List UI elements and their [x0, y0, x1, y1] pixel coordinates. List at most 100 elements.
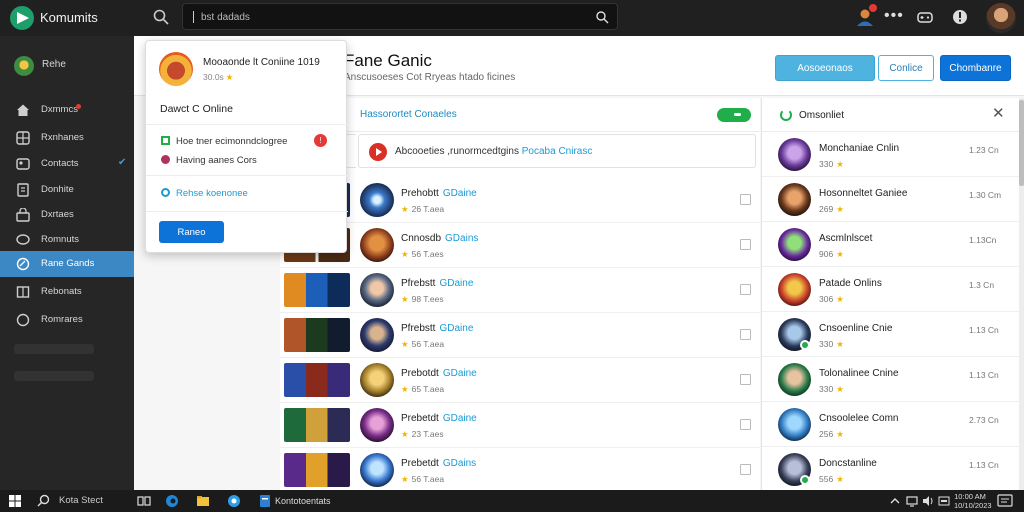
notifications-user-icon[interactable] [854, 4, 877, 28]
popup-link[interactable]: Rehse koenonee [161, 188, 248, 199]
friend-row[interactable]: Cnsoolelee Comn 256 ★ 2.73 Cn [762, 402, 1024, 447]
gamepad-icon[interactable] [916, 8, 934, 26]
network-icon[interactable] [906, 495, 918, 507]
page-subtitle: Anscusoeses Cot Rryeas htado ficines [344, 72, 516, 83]
sidebar-placeholder [14, 371, 94, 381]
alert-icon: ! [314, 134, 327, 147]
sidebar-item-store[interactable]: Dxrtaes [0, 202, 134, 228]
sidebar-item-label: Contacts [41, 158, 79, 169]
row-checkbox[interactable] [740, 464, 751, 475]
game-avatar [360, 183, 394, 217]
friend-meta: 256 ★ [819, 429, 844, 440]
info-icon[interactable] [951, 8, 969, 26]
header-button-3[interactable]: Chombanre [940, 55, 1011, 81]
row-meta: ★ 98 T.ees [401, 294, 444, 305]
row-status: GDains [445, 233, 479, 244]
sidebar-user-avatar[interactable] [14, 56, 34, 76]
sidebar-item-contacts[interactable]: Contacts ✔ [0, 151, 134, 177]
sidebar-item-games[interactable]: Rane Gands [0, 251, 134, 277]
search-submit-icon[interactable] [595, 10, 609, 24]
active-app-icon[interactable] [258, 494, 272, 508]
popup-option-1[interactable]: Hoe tner ecimonndclogree [161, 136, 287, 147]
home-icon [17, 104, 29, 116]
game-row[interactable]: Prebetdt GDaine ★ 23 T.aes [280, 403, 760, 448]
panel-toggle[interactable] [717, 108, 751, 122]
file-explorer-icon[interactable] [196, 494, 210, 508]
game-thumbnails [284, 363, 350, 397]
browser-icon[interactable] [227, 494, 241, 508]
sidebar-item-home[interactable]: Dxmmcs [0, 97, 134, 123]
friend-time: 2.73 Cn [969, 415, 999, 425]
notification-center-icon[interactable] [996, 494, 1014, 508]
scrollbar-thumb[interactable] [1019, 100, 1024, 186]
contacts-icon [16, 158, 30, 170]
notice-link[interactable]: Pocaba Cnirasc [522, 146, 593, 157]
sidebar-item-chat[interactable]: Romnuts [0, 227, 134, 253]
game-row[interactable]: Pfrebstt GDaine ★ 56 T.aea [280, 313, 760, 358]
page-title: Fane Ganic [344, 51, 432, 70]
game-row[interactable]: Prebetdt GDains ★ 56 T.aea [280, 448, 760, 493]
game-row[interactable]: Pfrebstt GDaine ★ 98 T.ees [280, 268, 760, 313]
language-icon[interactable] [938, 495, 950, 507]
row-meta-text: 56 T.aea [411, 474, 445, 484]
user-avatar[interactable] [986, 3, 1016, 33]
popup-action-button[interactable]: Raneo [159, 221, 224, 243]
sidebar-item-circle[interactable]: Romrares [0, 307, 134, 333]
taskbar-search-icon[interactable] [37, 494, 50, 507]
star-icon: ★ [836, 294, 844, 304]
row-checkbox[interactable] [740, 194, 751, 205]
row-checkbox[interactable] [740, 239, 751, 250]
sidebar-item-label: Romrares [41, 314, 83, 325]
friend-row[interactable]: Ascmlnlscet 906 ★ 1.13Cn [762, 222, 1024, 267]
row-meta: ★ 56 T.aea [401, 474, 444, 485]
row-checkbox[interactable] [740, 374, 751, 385]
windows-start-icon[interactable] [9, 495, 21, 507]
search-input[interactable] [201, 9, 581, 25]
tray-chevron-icon[interactable] [889, 495, 901, 507]
friend-row[interactable]: Patade Onlins 306 ★ 1.3 Cn [762, 267, 1024, 312]
friend-row[interactable]: Monchaniae Cnlin 330 ★ 1.23 Cn [762, 132, 1024, 177]
volume-icon[interactable] [922, 495, 934, 507]
divider [146, 211, 348, 212]
notice-bar[interactable]: Abcooeties ,runormcedtgins Pocaba Cniras… [358, 134, 756, 168]
friend-time: 1.3 Cn [969, 280, 995, 290]
search-icon[interactable] [152, 8, 170, 26]
game-row[interactable]: Cnnosdb GDains ★ 56 T.aes [280, 223, 760, 268]
task-view-icon[interactable] [137, 494, 151, 508]
popup-option-2[interactable]: Having aanes Cors [161, 155, 257, 166]
friend-time: 1.13 Cn [969, 325, 999, 335]
star-icon: ★ [401, 474, 409, 484]
friend-row[interactable]: Doncstanline 556 ★ 1.13 Cn [762, 447, 1024, 492]
edge-browser-icon[interactable] [165, 494, 179, 508]
search-bar[interactable] [182, 3, 618, 30]
more-options-icon[interactable]: ••• [884, 8, 904, 24]
row-checkbox[interactable] [740, 419, 751, 430]
gamepad-icon [16, 257, 30, 271]
top-bar: Komumits ••• [0, 0, 1024, 36]
sidebar-item-book[interactable]: Rebonats [0, 279, 134, 305]
right-panel-scrollbar[interactable] [1019, 98, 1024, 490]
active-app-label[interactable]: Kontotoentats [275, 496, 331, 506]
game-avatar [360, 408, 394, 442]
taskbar-clock[interactable]: 10:00 AM 10/10/2023 [954, 492, 992, 510]
game-row[interactable]: Prebotdt GDaine ★ 65 T.aea [280, 358, 760, 403]
header-button-1[interactable]: Aosoeonaos [775, 55, 875, 81]
sidebar-item-grid[interactable]: Rxnhanes [0, 125, 134, 151]
game-row[interactable]: Prehobtt GDaine ★ 26 T.aea [280, 178, 760, 223]
app-logo-icon[interactable] [10, 6, 34, 30]
friend-avatar [778, 273, 811, 306]
row-checkbox[interactable] [740, 284, 751, 295]
popup-option-label: Having aanes Cors [176, 155, 257, 166]
taskbar-search-text[interactable]: Kota Stect [59, 495, 103, 506]
refresh-icon [780, 109, 792, 121]
header-button-2[interactable]: Conlice [878, 55, 934, 81]
friend-row[interactable]: Tolonalinee Cnine 330 ★ 1.13 Cn [762, 357, 1024, 402]
row-checkbox[interactable] [740, 329, 751, 340]
sidebar-placeholder [14, 344, 94, 354]
friend-row[interactable]: Cnsoenline Cnie 330 ★ 1.13 Cn [762, 312, 1024, 357]
close-icon[interactable]: ✕ [992, 106, 1005, 121]
friend-time: 1.30 Cm [969, 190, 1002, 200]
friend-meta: 330 ★ [819, 339, 844, 350]
sidebar-item-document[interactable]: Donhite [0, 177, 134, 203]
friend-row[interactable]: Hosonneltet Ganiee 269 ★ 1.30 Cm [762, 177, 1024, 222]
